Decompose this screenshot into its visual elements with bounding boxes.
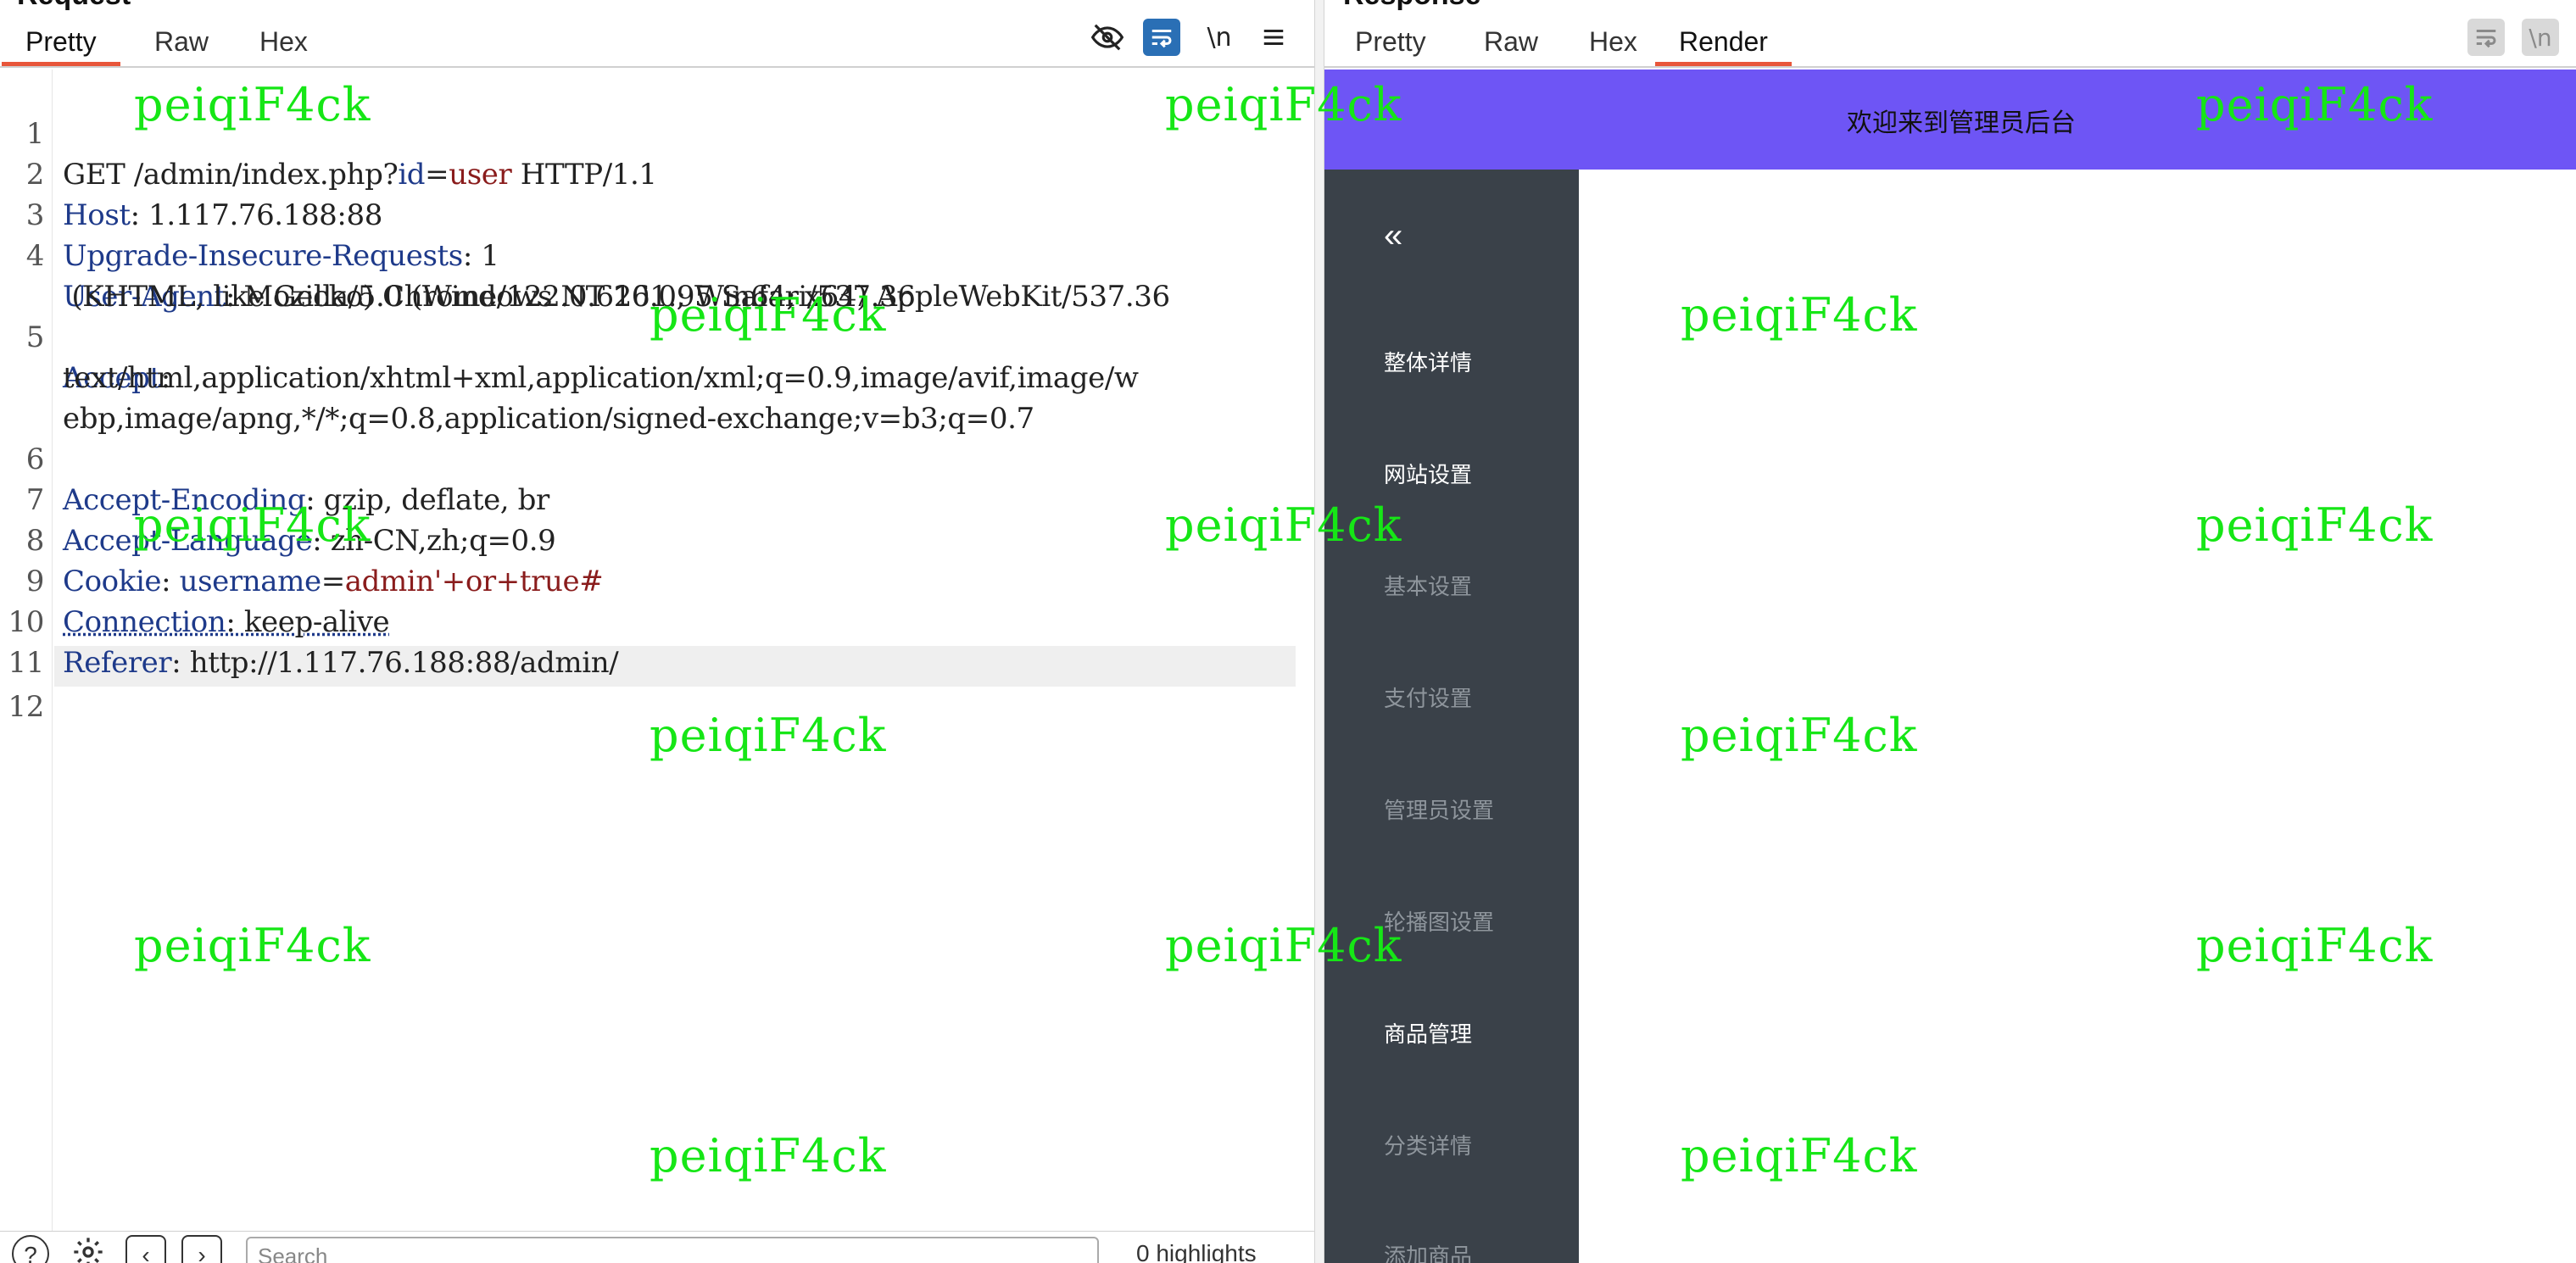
admin-sidebar: « 整体详情 网站设置 基本设置 支付设置 管理员设置 轮播图设置 商品管理 分… <box>1324 170 1579 1263</box>
highlight-count: 0 highlights <box>1136 1240 1257 1263</box>
header-line: 8 Cookie: username=admin'+or+true# <box>0 480 1296 598</box>
header-line-wrap: ebp,image/apng,*/*;q=0.8,application/sig… <box>0 358 1296 436</box>
admin-header: 欢迎来到管理员后台 <box>1324 70 2576 170</box>
nav-item-product-management[interactable]: 商品管理 <box>1384 1017 1472 1049</box>
empty-line: 11 <box>0 602 1296 680</box>
collapse-sidebar-icon[interactable]: « <box>1384 217 1402 255</box>
word-wrap-icon[interactable] <box>2467 19 2505 56</box>
newline-toggle[interactable]: \n <box>1201 19 1238 56</box>
nav-item-basic-settings[interactable]: 基本设置 <box>1384 570 1472 601</box>
gear-icon[interactable] <box>68 1235 109 1263</box>
header-line: 7 Accept-Language: zh-CN,zh;q=0.9 <box>0 439 1296 558</box>
newline-toggle[interactable]: \n <box>2522 19 2559 56</box>
hamburger-menu-icon[interactable] <box>1255 19 1292 56</box>
nav-item-category-details[interactable]: 分类详情 <box>1384 1129 1472 1160</box>
arrow-left-icon[interactable]: ‹ <box>125 1235 166 1263</box>
response-tab-pretty[interactable]: Pretty <box>1331 20 1450 66</box>
request-panel: Request Pretty Raw Hex \n 1 GET /admin/i… <box>0 0 1314 1263</box>
word-wrap-icon[interactable] <box>1143 19 1180 56</box>
header-line: 6 Accept-Encoding: gzip, deflate, br <box>0 398 1296 517</box>
request-tab-raw[interactable]: Raw <box>131 20 232 66</box>
request-tab-hex[interactable]: Hex <box>236 20 332 66</box>
response-tab-hex[interactable]: Hex <box>1565 20 1661 66</box>
header-line: 3 Upgrade-Insecure-Requests: 1 <box>0 154 1296 273</box>
search-bar: ? ‹ › Search 0 highlights <box>0 1231 1314 1263</box>
nav-item-overview[interactable]: 整体详情 <box>1384 346 1472 377</box>
response-panel: Response Pretty Raw Hex Render \n 欢迎来到管理… <box>1324 0 2576 1263</box>
header-line: 5 Accept: <box>0 276 1296 395</box>
rendered-page: 欢迎来到管理员后台 « 整体详情 网站设置 基本设置 支付设置 管理员设置 轮播… <box>1324 70 2576 1263</box>
request-line: 1 GET /admin/index.php?id=user HTTP/1.1 <box>0 73 1296 192</box>
panel-divider[interactable] <box>1314 0 1324 1263</box>
admin-header-title: 欢迎来到管理员后台 <box>1847 108 2076 138</box>
nav-item-add-product[interactable]: 添加商品 <box>1384 1239 1472 1263</box>
nav-item-site-settings[interactable]: 网站设置 <box>1384 458 1472 489</box>
empty-line: 12 <box>0 646 1296 724</box>
response-tab-raw[interactable]: Raw <box>1460 20 1562 66</box>
request-editor[interactable]: 1 GET /admin/index.php?id=user HTTP/1.1 … <box>0 70 1314 1232</box>
line-number: 12 <box>8 690 45 724</box>
response-tab-render[interactable]: Render <box>1655 20 1792 66</box>
header-line-wrap: text/html,application/xhtml+xml,applicat… <box>0 317 1296 395</box>
help-icon[interactable]: ? <box>12 1235 49 1263</box>
arrow-right-icon[interactable]: › <box>181 1235 222 1263</box>
request-tabbar: Pretty Raw Hex \n <box>0 0 1314 68</box>
eye-slash-icon[interactable] <box>1089 19 1126 56</box>
header-line: 10 Referer: http://1.117.76.188:88/admin… <box>0 561 1296 680</box>
header-line: 9 Connection: keep-alive <box>0 520 1296 639</box>
nav-item-payment-settings[interactable]: 支付设置 <box>1384 682 1472 713</box>
header-line: 4 User-Agent: Mozilla/5.0 (Windows NT 10… <box>0 195 1296 314</box>
nav-item-admin-settings[interactable]: 管理员设置 <box>1384 793 1494 825</box>
response-tabbar: Pretty Raw Hex Render \n <box>1324 0 2576 68</box>
nav-item-carousel-settings[interactable]: 轮播图设置 <box>1384 905 1494 937</box>
header-line-wrap: (KHTML, like Gecko) Chrome/122.0.6261.95… <box>0 236 1296 314</box>
search-input[interactable]: Search <box>246 1237 1099 1263</box>
header-line: 2 Host: 1.117.76.188:88 <box>0 114 1296 232</box>
request-tab-pretty[interactable]: Pretty <box>2 20 120 66</box>
